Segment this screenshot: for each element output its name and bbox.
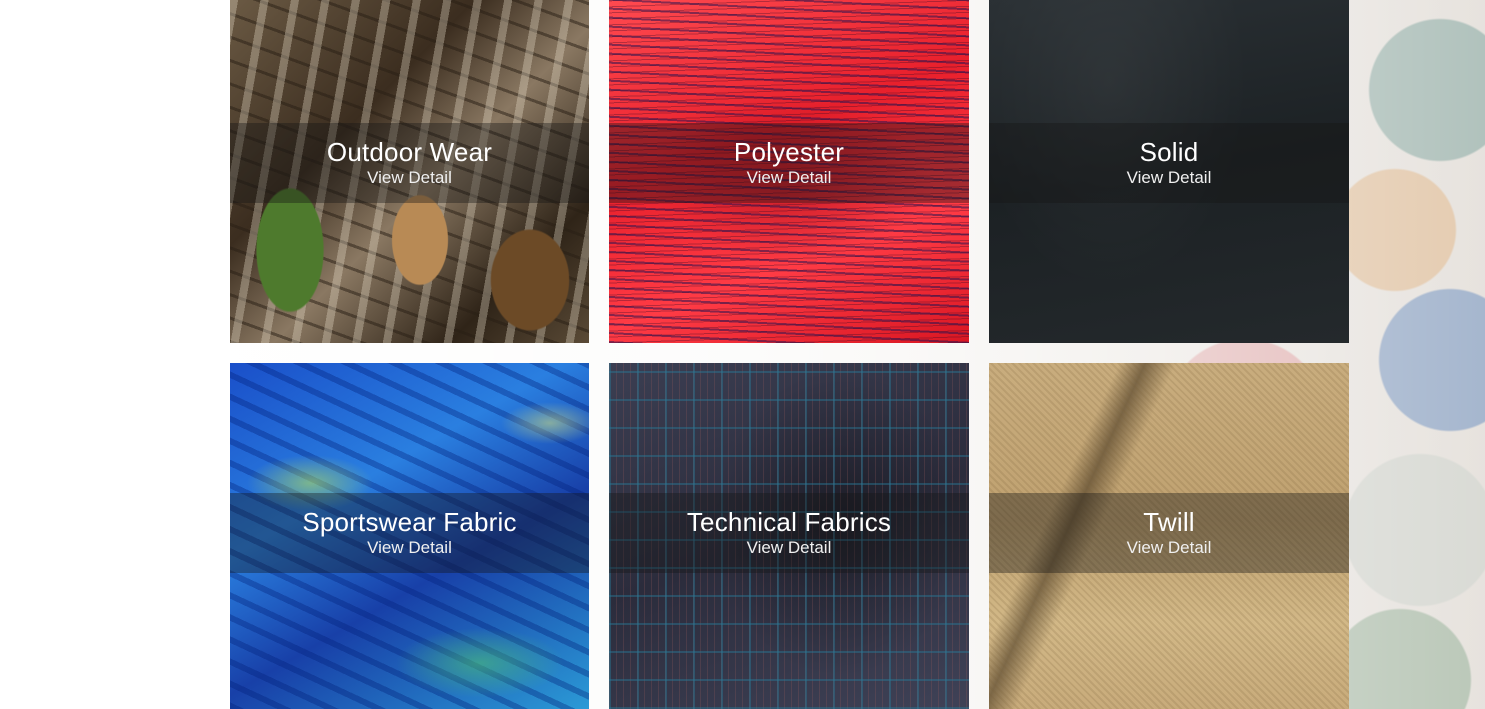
category-tile-twill[interactable]: Twill View Detail [989,363,1349,709]
view-detail-link[interactable]: View Detail [367,537,452,559]
view-detail-link[interactable]: View Detail [747,167,832,189]
view-detail-link[interactable]: View Detail [747,537,832,559]
tile-caption: Solid View Detail [989,123,1349,203]
category-title: Sportswear Fabric [302,507,517,537]
tile-caption: Outdoor Wear View Detail [230,123,589,203]
tile-caption: Sportswear Fabric View Detail [230,493,589,573]
category-title: Technical Fabrics [686,507,892,537]
category-title: Solid [1139,137,1199,167]
category-title: Polyester [733,137,845,167]
view-detail-link[interactable]: View Detail [1127,537,1212,559]
tile-caption: Twill View Detail [989,493,1349,573]
category-tile-polyester[interactable]: Polyester View Detail [609,0,969,343]
category-tile-sportswear-fabric[interactable]: Sportswear Fabric View Detail [230,363,589,709]
tile-caption: Technical Fabrics View Detail [609,493,969,573]
category-tile-solid[interactable]: Solid View Detail [989,0,1349,343]
category-tile-technical-fabrics[interactable]: Technical Fabrics View Detail [609,363,969,709]
view-detail-link[interactable]: View Detail [1127,167,1212,189]
category-title: Twill [1143,507,1195,537]
fabric-category-grid: Outdoor Wear View Detail Polyester View … [230,0,1349,709]
category-tile-outdoor-wear[interactable]: Outdoor Wear View Detail [230,0,589,343]
tile-caption: Polyester View Detail [609,123,969,203]
category-title: Outdoor Wear [326,137,493,167]
view-detail-link[interactable]: View Detail [367,167,452,189]
